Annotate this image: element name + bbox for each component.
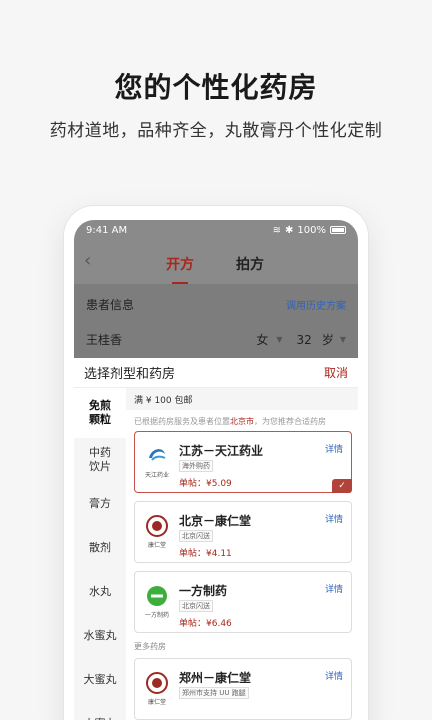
hint-suffix: ，为您推荐合适药房 (254, 417, 326, 426)
detail-link[interactable]: 详情 (325, 669, 343, 682)
detail-link[interactable]: 详情 (325, 442, 343, 455)
logo-caption: 康仁堂 (147, 542, 166, 549)
category-water-honey-pill[interactable]: 水蜜丸 (74, 614, 126, 658)
chevron-down-icon: ▼ (276, 335, 283, 344)
pharmacy-list: 满 ¥ 100 包邮 已根据药房服务及患者位置北京市，为您推荐合适药房 天江药业… (126, 388, 358, 720)
pharmacy-card[interactable]: 一方制药 一方制药 北京闪送 单帖：¥6.46 详情 (134, 571, 352, 633)
hero-subtitle: 药材道地，品种齐全，丸散膏丹个性化定制 (49, 121, 383, 141)
phone-screen: 9:41 AM ≋ ✱ 100% ‹ 开方 拍方 患者信息 调用历史方案 王桂香… (74, 220, 358, 720)
delivery-tag: 北京闪送 (179, 530, 213, 542)
cancel-button[interactable]: 取消 (324, 364, 348, 381)
bluetooth-icon: ✱ (285, 224, 294, 236)
pharmacy-name: 北京－康仁堂 (179, 514, 252, 528)
age-select[interactable]: 32 (297, 333, 312, 347)
category-granules[interactable]: 免煎 颗粒 (74, 388, 126, 438)
logo-caption: 一方制药 (144, 612, 169, 619)
yifang-logo-icon (147, 586, 167, 606)
free-shipping-banner: 满 ¥ 100 包邮 (126, 388, 358, 410)
hint-prefix: 已根据药房服务及患者位置 (134, 417, 230, 426)
status-icons: ≋ ✱ 100% (273, 225, 346, 236)
pharmacy-card[interactable]: 康仁堂 北京－康仁堂 北京闪送 单帖：¥4.11 详情 (134, 501, 352, 563)
pharmacy-name: 江苏－天江药业 (179, 444, 264, 458)
battery-percent: 100% (297, 224, 326, 236)
category-decoction-pieces[interactable]: 中药 饮片 (74, 438, 126, 482)
battery-icon (330, 226, 346, 234)
pharmacy-name: 一方制药 (179, 584, 228, 598)
category-powder[interactable]: 散剂 (74, 526, 126, 570)
wifi-icon: ≋ (272, 224, 282, 236)
detail-link[interactable]: 详情 (325, 582, 343, 595)
kangrentang-logo-icon (146, 515, 168, 537)
sheet-header: 选择剂型和药房 取消 (74, 358, 358, 388)
tab-photo-prescription[interactable]: 拍方 (236, 254, 264, 274)
back-icon[interactable]: ‹ (84, 250, 91, 271)
pharmacy-card[interactable]: 天江药业 江苏－天江药业 海外购药 单帖：¥5.09 详情 ✓ (134, 431, 352, 493)
pharmacy-card[interactable]: 康仁堂 郑州－康仁堂 郑州市支持 UU 跑腿 详情 (134, 658, 352, 720)
sheet-title: 选择剂型和药房 (84, 367, 176, 382)
tab-prescribe[interactable]: 开方 (166, 254, 194, 284)
status-bar: 9:41 AM ≋ ✱ 100% (74, 220, 358, 240)
hint-city: 北京市 (230, 417, 254, 426)
logo-caption: 天江药业 (144, 472, 169, 479)
recommendation-hint: 已根据药房服务及患者位置北京市，为您推荐合适药房 (126, 410, 358, 431)
kangrentang-logo-icon (146, 672, 168, 694)
gender-select[interactable]: 女 (256, 331, 268, 348)
delivery-tag: 海外购药 (179, 460, 213, 472)
check-icon: ✓ (332, 479, 352, 493)
chevron-down-icon: ▼ (339, 335, 346, 344)
unit-price: 单帖：¥6.46 (179, 619, 232, 629)
status-time: 9:41 AM (86, 224, 128, 236)
logo-caption: 康仁堂 (147, 699, 166, 706)
delivery-tag: 北京闪送 (179, 600, 213, 612)
detail-link[interactable]: 详情 (325, 512, 343, 525)
delivery-tag: 郑州市支持 UU 跑腿 (179, 687, 249, 699)
hero-title: 您的个性化药房 (114, 71, 318, 104)
history-plan-link[interactable]: 调用历史方案 (286, 297, 346, 312)
category-big-honey-pill[interactable]: 大蜜丸 (74, 658, 126, 702)
category-small-honey-pill[interactable]: 小蜜丸 (74, 702, 126, 720)
age-unit: 岁 (321, 333, 334, 347)
unit-price: 单帖：¥5.09 (179, 479, 232, 489)
phone-frame: 9:41 AM ≋ ✱ 100% ‹ 开方 拍方 患者信息 调用历史方案 王桂香… (64, 206, 368, 720)
patient-name: 王桂香 (86, 333, 123, 347)
pharmacy-name: 郑州－康仁堂 (179, 671, 252, 685)
category-paste[interactable]: 膏方 (74, 482, 126, 526)
nav-bar: ‹ 开方 拍方 (74, 240, 358, 284)
dosage-category-list: 免煎 颗粒 中药 饮片 膏方 散剂 水丸 水蜜丸 大蜜丸 小蜜丸 (74, 388, 126, 720)
unit-price: 单帖：¥4.11 (179, 549, 232, 559)
category-water-pill[interactable]: 水丸 (74, 570, 126, 614)
patient-info-title: 患者信息 (86, 298, 135, 312)
pharmacy-sheet: 选择剂型和药房 取消 免煎 颗粒 中药 饮片 膏方 散剂 水丸 水蜜丸 大蜜丸 … (74, 358, 358, 720)
more-pharmacies-label: 更多药房 (134, 642, 166, 651)
tianjiang-logo-icon (149, 449, 166, 461)
